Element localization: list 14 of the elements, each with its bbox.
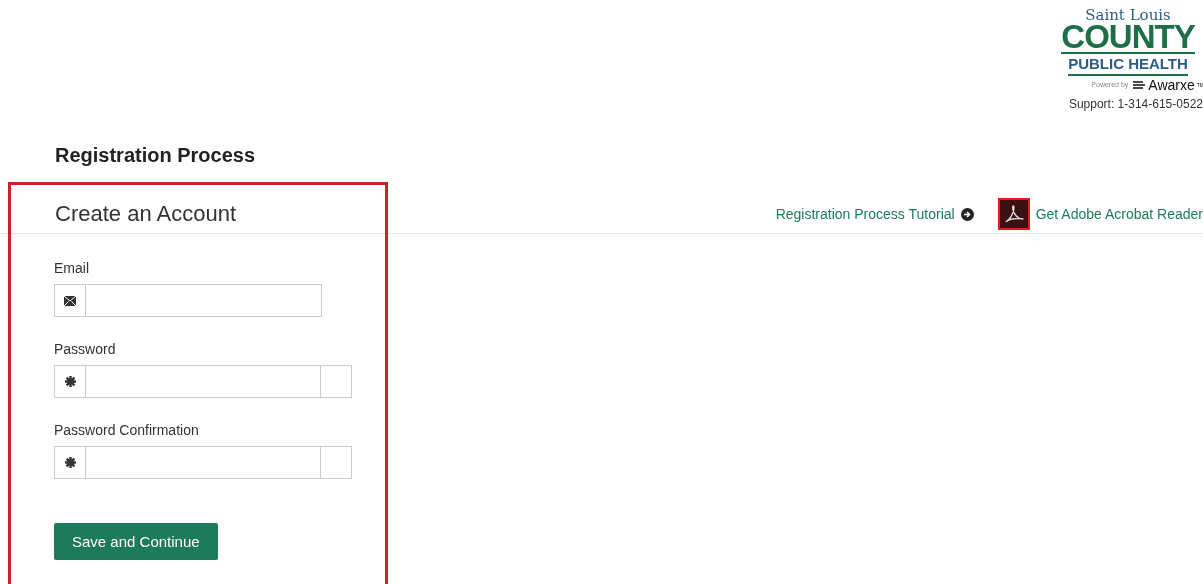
tutorial-link[interactable]: Registration Process Tutorial bbox=[775, 206, 955, 222]
form-title: Create an Account bbox=[55, 201, 236, 227]
password-field[interactable] bbox=[54, 365, 352, 398]
arrow-circle-icon bbox=[960, 207, 974, 221]
field-label: Password Confirmation bbox=[54, 422, 199, 438]
support-phone: Support: 1-314-615-0522 bbox=[1068, 97, 1203, 111]
acrobat-icon bbox=[997, 198, 1030, 230]
save-button[interactable]: Save and Continue bbox=[54, 523, 218, 560]
page-title: Registration Process bbox=[55, 144, 257, 167]
field-label: Email bbox=[54, 260, 89, 276]
acrobat-link[interactable]: Get Adobe Acrobat Reader bbox=[1035, 206, 1203, 222]
email-field[interactable] bbox=[54, 284, 322, 317]
password-field[interactable] bbox=[54, 446, 352, 479]
field-label: Password bbox=[54, 341, 116, 357]
